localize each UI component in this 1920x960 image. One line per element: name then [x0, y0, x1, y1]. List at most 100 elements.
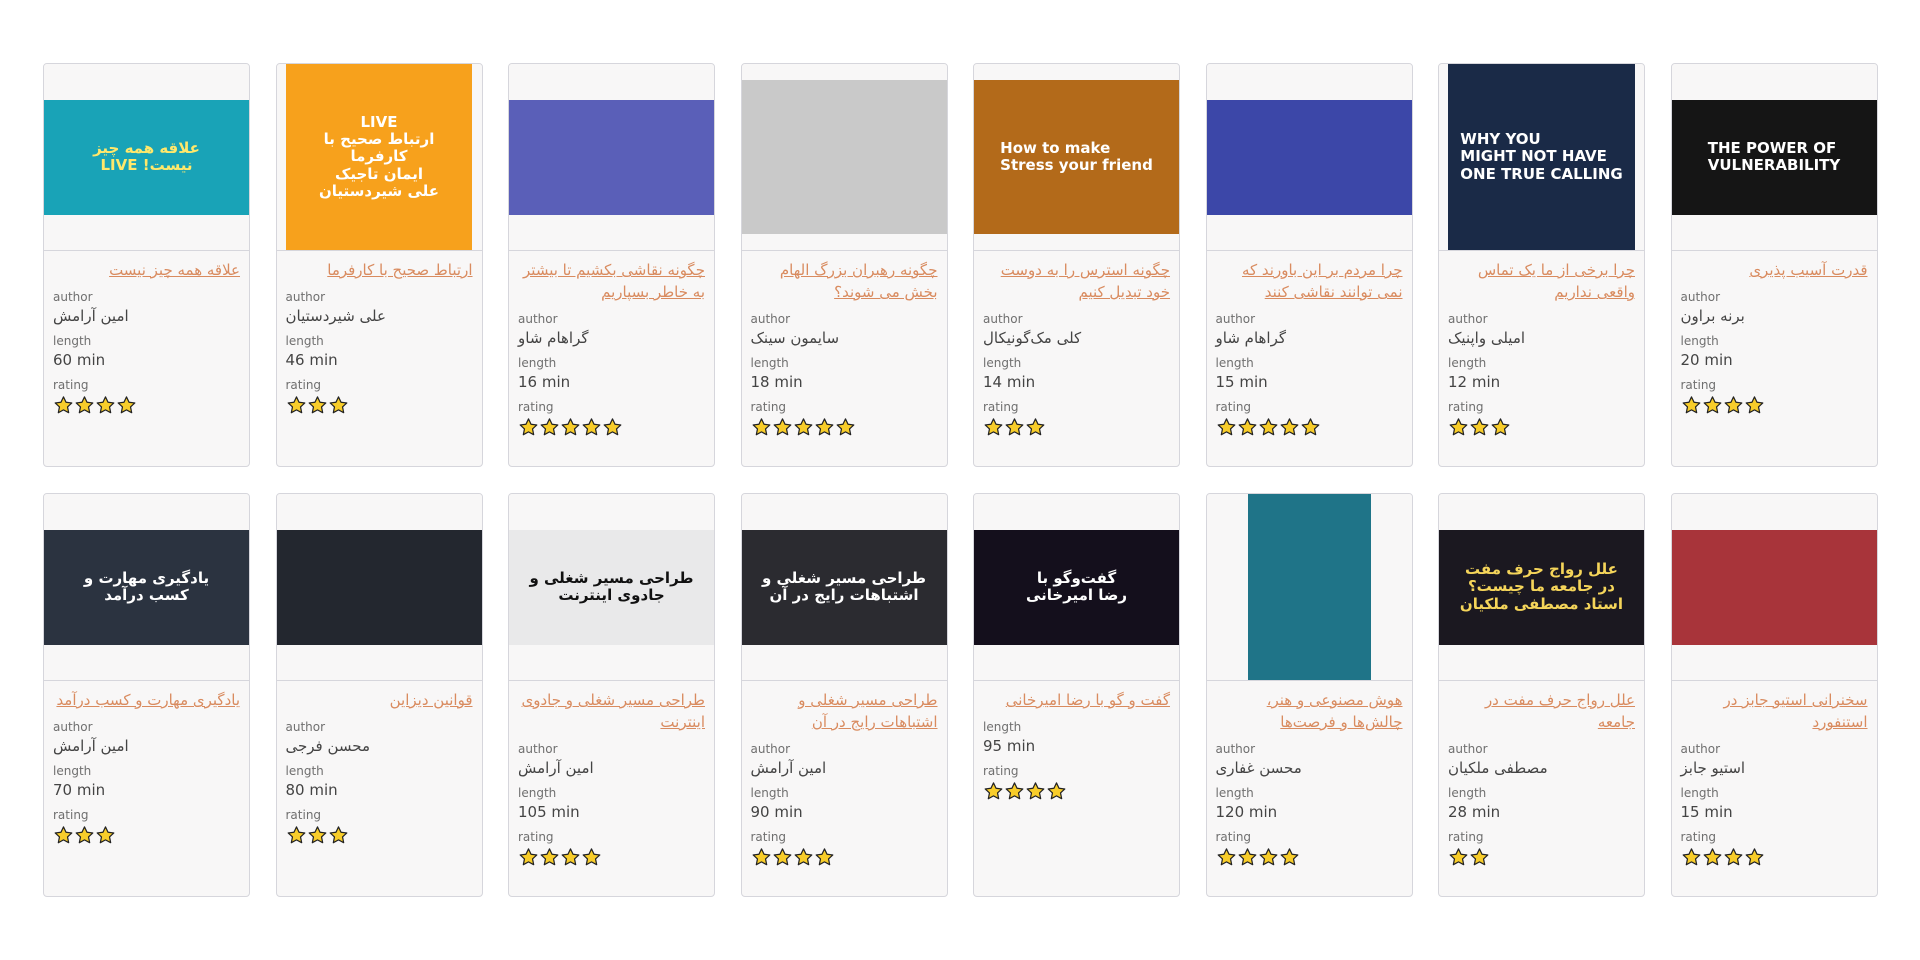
card-title-link[interactable]: علل رواج حرف مفت در جامعه [1448, 689, 1635, 733]
thumbnail-image[interactable]: گفت‌وگو با رضا امیرخانی [974, 529, 1179, 645]
length-label: length [53, 764, 92, 778]
rating-label: rating [53, 808, 89, 822]
star-icon [772, 417, 793, 438]
thumbnail-image[interactable] [1671, 529, 1877, 645]
card-title-link[interactable]: گفت و گو با رضا امیرخانی [983, 689, 1170, 711]
card-title-link[interactable]: طراحی مسیر شغلی و جادوی اینترنت [518, 689, 705, 733]
card-title-link[interactable]: چرا مردم بر این باورند که نمی توانند نقا… [1216, 259, 1403, 303]
thumbnail-caption: How to make Stress your friend [1000, 138, 1153, 174]
card-title-link[interactable]: یادگیری مهارت و کسب درآمد [53, 689, 240, 711]
thumbnail-caption: طراحی مسیر شغلی و اشتباهات رایج در آن [761, 568, 927, 604]
star-icon [602, 417, 623, 438]
author-label: author [1680, 290, 1721, 304]
length-value: 16 min [518, 373, 571, 391]
card-title-link[interactable]: چرا برخی از ما یک تماس واقعی نداریم [1448, 259, 1635, 303]
card-meta: قدرت آسیب پذیری author برنه براون length… [1672, 251, 1877, 420]
thumbnail-image[interactable]: علاقه همه چیز نیست! LIVE [44, 99, 249, 215]
rating-stars [53, 395, 240, 420]
star-icon [74, 395, 95, 416]
rating-label: rating [983, 400, 1019, 414]
course-card: How to make Stress your friend چگونه است… [973, 63, 1180, 467]
card-meta: هوش مصنوعی و هنر، چالش‌ها و فرصت‌ها auth… [1207, 681, 1412, 872]
card-title-link[interactable]: قوانین دیزاین [286, 689, 473, 711]
thumbnail-image[interactable] [1247, 494, 1371, 680]
star-icon [1258, 847, 1279, 868]
rating-label: rating [285, 808, 322, 822]
star-icon [1469, 847, 1490, 868]
thumbnail-image[interactable] [509, 99, 714, 215]
star-icon [751, 847, 772, 868]
course-card: قوانین دیزاین author محسن فرجی length 80… [275, 493, 483, 897]
author-block: author امین آرامش [53, 289, 240, 327]
course-card: چرا مردم بر این باورند که نمی توانند نقا… [1205, 63, 1413, 467]
thumbnail-frame: یادگیری مهارت و کسب درآمد [44, 494, 249, 681]
star-icon [581, 417, 602, 438]
thumbnail-image[interactable]: How to make Stress your friend [974, 80, 1179, 234]
star-icon [328, 825, 349, 846]
card-title-link[interactable]: چگونه رهبران بزرگ الهام بخش می شوند؟ [751, 259, 938, 303]
thumbnail-image[interactable]: THE POWER OF VULNERABILITY [1671, 99, 1877, 215]
rating-stars [518, 847, 705, 872]
card-meta: گفت و گو با رضا امیرخانی author length 9… [974, 681, 1179, 806]
author-block: author مصطفی ملکیان [1448, 741, 1635, 779]
thumbnail-image[interactable]: LIVE ارتباط صحیح با کارفرما ایمان تاجیک … [285, 64, 473, 250]
rating-label: rating [518, 400, 554, 414]
author-label: author [983, 312, 1023, 326]
card-meta: قوانین دیزاین author محسن فرجی length 80… [277, 681, 482, 850]
thumbnail-image[interactable]: طراحی مسیر شغلی و اشتباهات رایج در آن [741, 529, 947, 645]
card-title-link[interactable]: طراحی مسیر شغلی و اشتباهات رایج در آن [751, 689, 937, 733]
author-value: گراهام شاو [1215, 329, 1287, 347]
star-icon [53, 395, 74, 416]
card-title-link[interactable]: علاقه همه چیز نیست [53, 259, 240, 281]
author-value: علی شیردستیان [285, 307, 386, 325]
thumbnail-image[interactable] [741, 80, 947, 234]
star-icon [560, 417, 581, 438]
thumbnail-frame: طراحی مسیر شغلی و جادوی اینترنت [509, 494, 714, 681]
author-label: author [1448, 742, 1488, 756]
star-icon [793, 847, 814, 868]
star-icon [1702, 847, 1723, 868]
rating-label: rating [285, 378, 322, 392]
author-value: کلی مک‌گونیکال [983, 329, 1082, 347]
thumbnail-frame: THE POWER OF VULNERABILITY [1671, 64, 1877, 251]
thumbnail-caption [1299, 581, 1319, 593]
star-icon [1490, 417, 1511, 438]
author-label: author [1680, 742, 1721, 756]
author-block: author علی شیردستیان [286, 289, 473, 327]
author-label: author [1215, 312, 1256, 326]
card-title-link[interactable]: هوش مصنوعی و هنر، چالش‌ها و فرصت‌ها [1216, 689, 1403, 733]
star-icon [1681, 847, 1702, 868]
course-card: LIVE ارتباط صحیح با کارفرما ایمان تاجیک … [275, 63, 483, 467]
star-icon [74, 825, 95, 846]
card-meta: طراحی مسیر شغلی و اشتباهات رایج در آن au… [742, 681, 947, 872]
card-title-link[interactable]: چگونه نقاشی بکشیم تا بیشتر به خاطر بسپار… [518, 259, 705, 303]
card-title-link[interactable]: چگونه استرس را به دوست خود تبدیل کنیم [983, 259, 1170, 303]
course-card: هوش مصنوعی و هنر، چالش‌ها و فرصت‌ها auth… [1205, 493, 1413, 897]
rating-label: rating [53, 378, 89, 392]
rating-label: rating [1448, 400, 1484, 414]
thumbnail-image[interactable]: یادگیری مهارت و کسب درآمد [44, 529, 249, 645]
thumbnail-image[interactable]: علل رواج حرف مفت در جامعه ما چیست؟ استاد… [1439, 529, 1644, 645]
card-meta: علل رواج حرف مفت در جامعه author مصطفی م… [1439, 681, 1644, 872]
author-value: سایمون سینک [750, 329, 840, 347]
rating-stars [53, 825, 240, 850]
rating-stars [751, 847, 938, 872]
thumbnail-image[interactable] [276, 529, 482, 645]
card-title-link[interactable]: قدرت آسیب پذیری [1681, 259, 1867, 281]
author-block: author برنه براون [1681, 289, 1868, 327]
author-value: امین آرامش [750, 759, 827, 777]
course-card: یادگیری مهارت و کسب درآمد یادگیری مهارت … [43, 493, 250, 897]
length-label: length [285, 334, 324, 348]
star-icon [1258, 417, 1279, 438]
thumbnail-image[interactable]: طراحی مسیر شغلی و جادوی اینترنت [509, 529, 714, 645]
card-title-link[interactable]: ارتباط صحیح با کارفرما [286, 259, 472, 281]
card-title-link[interactable]: سخنرانی استیو جابز در استنفورد [1681, 689, 1868, 733]
star-icon [1216, 847, 1237, 868]
star-icon [286, 825, 307, 846]
thumbnail-image[interactable] [1206, 99, 1412, 215]
length-label: length [53, 334, 92, 348]
author-block: author گراهام شاو [1216, 311, 1403, 349]
star-icon [983, 417, 1004, 438]
thumbnail-image[interactable]: WHY YOU MIGHT NOT HAVE ONE TRUE CALLING [1448, 64, 1635, 250]
thumbnail-frame: علل رواج حرف مفت در جامعه ما چیست؟ استاد… [1439, 494, 1644, 681]
